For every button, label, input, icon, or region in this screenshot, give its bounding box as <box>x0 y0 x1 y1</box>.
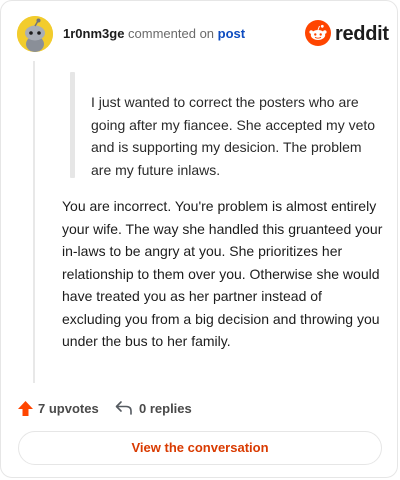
reddit-logo-icon <box>305 20 331 46</box>
brand-wordmark: reddit <box>335 23 389 45</box>
post-link[interactable]: post <box>218 26 245 41</box>
comment-actions: 7 upvotes 0 replies <box>17 397 317 419</box>
replies-count: 0 replies <box>139 400 192 416</box>
upvote-button[interactable]: 7 upvotes <box>17 397 99 419</box>
byline: 1r0nm3ge commented on post <box>63 25 245 43</box>
avatar[interactable] <box>17 16 53 52</box>
upvote-count: 7 upvotes <box>38 400 99 416</box>
reddit-logo[interactable]: reddit <box>305 20 389 48</box>
quoted-text: I just wanted to correct the posters who… <box>91 94 376 178</box>
action-text: commented on <box>128 26 215 41</box>
replies-button[interactable]: 0 replies <box>115 397 192 419</box>
reply-arrow-icon <box>115 401 132 415</box>
comment-card: 1r0nm3ge commented on post reddit I just… <box>0 0 398 478</box>
upvote-arrow-icon <box>18 400 33 416</box>
view-conversation-button[interactable]: View the conversation <box>18 431 382 465</box>
snoo-avatar-icon <box>17 16 53 52</box>
quote-bar <box>70 72 75 178</box>
thread-line <box>33 61 35 383</box>
comment-body: You are incorrect. You're problem is alm… <box>62 198 383 349</box>
username[interactable]: 1r0nm3ge <box>63 26 124 41</box>
comment-header: 1r0nm3ge commented on post reddit <box>17 16 389 52</box>
